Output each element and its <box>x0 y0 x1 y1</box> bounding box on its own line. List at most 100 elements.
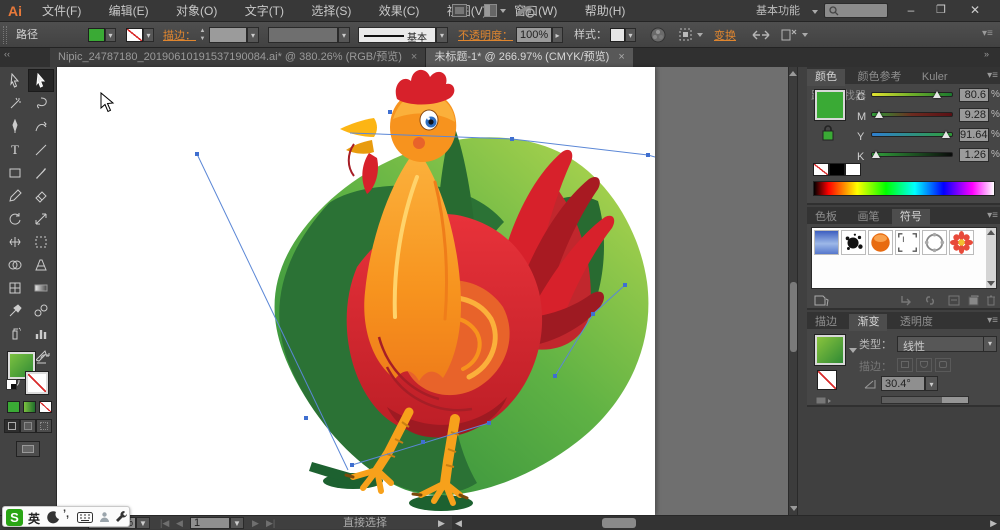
gradient-stroke-btn-1[interactable] <box>897 358 913 372</box>
control-bar-grip[interactable] <box>3 26 7 44</box>
white-swatch[interactable] <box>845 163 861 176</box>
gradient-swatch-caret[interactable] <box>849 348 857 353</box>
gradient-stroke-btn-2[interactable] <box>916 358 932 372</box>
stroke-weight-caret[interactable]: ▾ <box>247 27 259 43</box>
gradient-panel-menu-icon[interactable]: ▾≡ <box>987 315 998 326</box>
workspace-switcher[interactable]: 基本功能 <box>756 0 800 22</box>
brush-definition-caret[interactable]: ▾ <box>436 27 448 43</box>
tool-selection[interactable] <box>2 69 28 92</box>
none-mode-button[interactable] <box>39 401 52 413</box>
slider-thumb[interactable] <box>942 131 950 138</box>
menu-effect[interactable]: 效果(C) <box>367 0 432 22</box>
stroke-weight-stepper[interactable]: ▲ ▼ <box>198 27 207 43</box>
symbol-ink-splat[interactable] <box>841 230 866 255</box>
symbol-options-icon[interactable] <box>947 294 961 307</box>
symbol-red-flower[interactable] <box>949 230 974 255</box>
menu-edit[interactable]: 编辑(E) <box>97 0 161 22</box>
prev-artboard-icon[interactable]: ◀ <box>176 516 183 530</box>
scroll-left-icon[interactable]: ◀ <box>455 516 462 530</box>
tool-pen[interactable] <box>2 115 28 138</box>
tab-kuler[interactable]: Kuler <box>914 69 956 86</box>
tool-blend[interactable] <box>28 299 54 322</box>
gradient-angle-caret[interactable]: ▾ <box>925 376 938 391</box>
new-symbol-icon[interactable] <box>967 294 981 307</box>
stroke-color-caret[interactable]: ▾ <box>143 28 154 42</box>
symbol-frame-corners[interactable] <box>895 230 920 255</box>
color-mode-button[interactable] <box>7 401 20 413</box>
gradient-mode-button[interactable] <box>23 401 36 413</box>
tool-rotate[interactable] <box>2 207 28 230</box>
color-spectrum-bar[interactable] <box>813 181 995 196</box>
transform-link[interactable]: 变换 <box>714 27 736 43</box>
black-swatch[interactable] <box>829 163 845 176</box>
tab-stroke[interactable]: 描边 <box>807 314 845 331</box>
tool-rectangle[interactable] <box>2 161 28 184</box>
align-horizontal-icon[interactable] <box>752 27 770 43</box>
tool-eyedropper[interactable] <box>2 299 28 322</box>
opacity-caret[interactable]: ▸ <box>552 27 563 43</box>
ime-bar[interactable]: S 英 ’, <box>2 506 130 527</box>
tool-free-transform[interactable] <box>28 230 54 253</box>
vertical-scroll-thumb[interactable] <box>790 282 797 352</box>
symbol-orange-orb[interactable] <box>868 230 893 255</box>
ime-logo-icon[interactable]: S <box>6 509 23 526</box>
fill-color-caret[interactable]: ▾ <box>105 28 116 42</box>
tool-type[interactable]: T <box>2 138 28 161</box>
ime-toolbox-wrench-icon[interactable] <box>114 510 128 524</box>
control-panel-menu-icon[interactable]: ▾≡ <box>982 28 993 39</box>
tool-perspective-grid[interactable] <box>28 253 54 276</box>
tool-magic-wand[interactable] <box>2 92 28 115</box>
ime-keyboard-icon[interactable] <box>77 512 93 523</box>
scroll-up-icon[interactable] <box>789 71 797 76</box>
minimize-button[interactable]: – <box>896 0 926 20</box>
opacity-link[interactable]: 不透明度： <box>458 27 513 43</box>
stroke-color-swatch[interactable] <box>126 28 143 42</box>
draw-behind-button[interactable] <box>20 419 36 433</box>
gradient-stroke-btn-3[interactable] <box>935 358 951 372</box>
channel-value-field[interactable]: 1.26 <box>959 148 989 162</box>
tab-transparency[interactable]: 透明度 <box>892 314 941 331</box>
symbols-scrollbar[interactable] <box>986 228 996 288</box>
first-artboard-icon[interactable]: |◀ <box>160 516 169 530</box>
color-fill-proxy[interactable] <box>814 89 846 121</box>
gradient-slider-partial[interactable] <box>881 396 969 404</box>
zoom-level-caret[interactable]: ▼ <box>136 517 150 529</box>
break-link-icon[interactable] <box>923 294 937 307</box>
draw-normal-button[interactable] <box>4 419 20 433</box>
swap-fill-stroke-icon[interactable] <box>38 351 52 363</box>
slider-thumb[interactable] <box>872 151 880 158</box>
toolbar-collapse-icon[interactable]: ‹‹ <box>4 49 10 59</box>
tool-scale[interactable] <box>28 207 54 230</box>
channel-slider[interactable] <box>871 112 953 117</box>
gradient-type-caret[interactable]: ▾ <box>983 337 996 351</box>
tool-line-segment[interactable] <box>28 138 54 161</box>
channel-value-field[interactable]: 9.28 <box>959 108 989 122</box>
horizontal-scroll-thumb[interactable] <box>602 518 636 528</box>
tab-close-icon[interactable]: × <box>618 51 624 63</box>
doc-tab-active[interactable]: 未标题-1* @ 266.97% (CMYK/预览) × <box>426 48 633 67</box>
align-caret[interactable] <box>802 33 808 37</box>
style-caret[interactable]: ▾ <box>625 28 636 42</box>
artboard-caret[interactable]: ▼ <box>230 517 244 529</box>
menu-object[interactable]: 对象(O) <box>164 0 229 22</box>
menu-type[interactable]: 文字(T) <box>233 0 296 22</box>
tab-brushes[interactable]: 画笔 <box>849 209 887 226</box>
tool-paintbrush[interactable] <box>28 161 54 184</box>
next-artboard-icon[interactable]: ▶ <box>252 516 259 530</box>
arrange-documents-icon[interactable] <box>484 4 506 17</box>
restore-button[interactable]: ❐ <box>926 0 956 20</box>
width-profile-caret[interactable]: ▾ <box>338 27 350 43</box>
stroke-weight-field[interactable] <box>209 27 247 43</box>
tool-column-graph[interactable] <box>28 322 54 345</box>
select-similar-icon[interactable] <box>678 27 696 43</box>
artboard[interactable] <box>57 67 655 515</box>
gradient-reverse-icon[interactable] <box>815 396 833 406</box>
horizontal-scrollbar[interactable]: ◀ ▶ <box>452 516 1000 530</box>
width-profile-dropdown[interactable] <box>268 27 338 43</box>
none-swatch[interactable] <box>813 163 829 176</box>
menu-select[interactable]: 选择(S) <box>299 0 363 22</box>
slider-thumb[interactable] <box>875 111 883 118</box>
symbol-libraries-icon[interactable] <box>813 294 829 307</box>
tool-pencil[interactable] <box>2 184 28 207</box>
artboard-number-field[interactable]: 1 <box>190 517 230 529</box>
